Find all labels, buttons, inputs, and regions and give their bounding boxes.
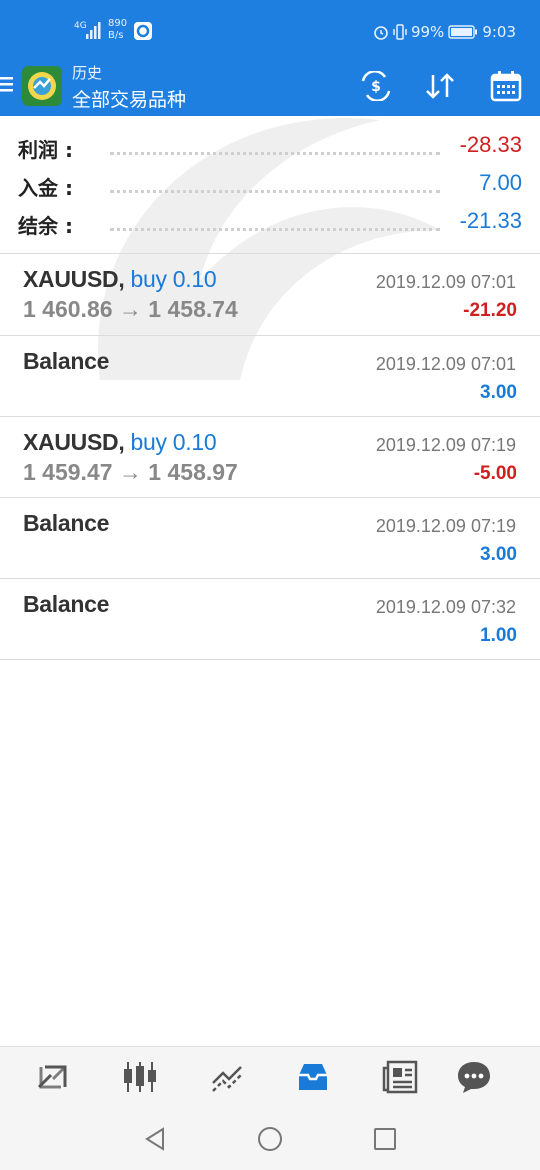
battery-percent: 99% xyxy=(410,23,445,41)
deal-amount: 3.00 xyxy=(480,544,517,565)
alarm-icon xyxy=(374,26,388,40)
nav-trade[interactable] xyxy=(205,1057,249,1097)
deal-symbol: XAUUSD, xyxy=(23,266,125,292)
divider xyxy=(0,659,540,660)
home-button[interactable] xyxy=(255,1124,285,1154)
battery-icon xyxy=(448,25,478,39)
summary-deposit-label: 入金 : xyxy=(18,176,73,200)
status-bar: 4G 890 B/s 99% 9:03 xyxy=(0,0,540,58)
notification-app-icon xyxy=(134,22,152,40)
trade-icon xyxy=(212,1066,242,1092)
screen-title[interactable]: 全部交易品种 xyxy=(72,85,186,112)
deal-amount: -21.20 xyxy=(463,300,517,321)
deal-symbol: XAUUSD, xyxy=(23,429,125,455)
history-row[interactable]: Balance 2019.12.09 07:01 3.00 xyxy=(0,336,540,416)
deal-time: 2019.12.09 07:19 xyxy=(375,435,516,455)
summary-balance-label: 结余 : xyxy=(18,214,73,238)
sort-icon xyxy=(426,73,454,99)
app-logo[interactable] xyxy=(22,66,62,106)
deal-side: buy 0.10 xyxy=(130,266,217,292)
summary-balance-value: -21.33 xyxy=(459,208,522,233)
quotes-icon xyxy=(37,1065,67,1089)
calendar-icon xyxy=(490,71,522,102)
history-row[interactable]: XAUUSD, buy 0.10 1 459.47 → 1 458.97 201… xyxy=(0,417,540,497)
home-icon xyxy=(258,1127,282,1151)
net-speed: 890 B/s xyxy=(108,18,127,42)
deal-symbol-line: XAUUSD, buy 0.10 xyxy=(23,266,217,293)
clock: 9:03 xyxy=(482,23,516,41)
recents-icon xyxy=(374,1128,396,1150)
dotted-leader xyxy=(110,228,440,231)
history-icon xyxy=(299,1064,327,1090)
dotted-leader xyxy=(110,152,440,155)
summary-balance-row: 结余 : -21.33 xyxy=(0,206,540,242)
nav-quotes[interactable] xyxy=(31,1057,75,1097)
sort-button[interactable] xyxy=(420,66,460,106)
summary-profit-label: 利润 : xyxy=(18,138,73,162)
deal-time: 2019.12.09 07:19 xyxy=(375,516,516,536)
news-icon xyxy=(382,1060,418,1094)
history-row[interactable]: Balance 2019.12.09 07:19 3.00 xyxy=(0,498,540,578)
summary-profit-row: 利润 : -28.33 xyxy=(0,130,540,166)
deal-symbol: Balance xyxy=(23,348,110,374)
signal-type: 4G xyxy=(74,21,87,31)
currency-exchange-icon: $ xyxy=(361,71,391,101)
back-icon xyxy=(145,1127,164,1151)
back-button[interactable] xyxy=(140,1124,170,1154)
nav-messages[interactable] xyxy=(452,1057,496,1097)
calendar-button[interactable] xyxy=(486,66,526,106)
net-speed-unit: B/s xyxy=(108,30,124,41)
deal-symbol-line: XAUUSD, buy 0.10 xyxy=(23,429,217,456)
signal-icon xyxy=(86,22,101,39)
account-summary: 利润 : -28.33 入金 : 7.00 结余 : -21.33 xyxy=(0,116,540,252)
menu-icon[interactable] xyxy=(0,76,14,92)
deal-time: 2019.12.09 07:32 xyxy=(375,597,516,617)
currency-exchange-button[interactable]: $ xyxy=(356,66,396,106)
system-navigation xyxy=(0,1108,540,1170)
deal-amount: 1.00 xyxy=(480,625,517,646)
dotted-leader xyxy=(110,190,440,193)
deal-prices: 1 460.86 → 1 458.74 xyxy=(23,296,238,322)
chart-icon xyxy=(124,1062,156,1092)
deal-amount: -5.00 xyxy=(473,463,517,484)
deal-amount: 3.00 xyxy=(480,382,517,403)
app-bar: 历史 全部交易品种 $ xyxy=(0,58,540,116)
bottom-navigation xyxy=(0,1046,540,1108)
deal-symbol: Balance xyxy=(23,510,110,536)
messages-icon xyxy=(458,1062,490,1093)
nav-history[interactable] xyxy=(291,1057,335,1097)
deal-prices: 1 459.47 → 1 458.97 xyxy=(23,459,238,485)
vibrate-icon xyxy=(393,24,407,40)
nav-news[interactable] xyxy=(378,1057,422,1097)
nav-chart[interactable] xyxy=(118,1057,162,1097)
deal-symbol: Balance xyxy=(23,591,110,617)
deal-side: buy 0.10 xyxy=(130,429,217,455)
svg-text:$: $ xyxy=(371,79,381,95)
history-row[interactable]: Balance 2019.12.09 07:32 1.00 xyxy=(0,579,540,659)
summary-deposit-value: 7.00 xyxy=(479,170,522,195)
summary-profit-value: -28.33 xyxy=(459,132,522,157)
history-row[interactable]: XAUUSD, buy 0.10 1 460.86 → 1 458.74 201… xyxy=(0,254,540,334)
deal-time: 2019.12.09 07:01 xyxy=(375,272,516,292)
deal-time: 2019.12.09 07:01 xyxy=(375,354,516,374)
recents-button[interactable] xyxy=(370,1124,400,1154)
net-speed-value: 890 xyxy=(108,18,128,29)
top-bar: 4G 890 B/s 99% 9:03 历史 全部交易品种 $ xyxy=(0,0,540,116)
status-right: 99% 9:03 xyxy=(373,22,516,42)
summary-deposit-row: 入金 : 7.00 xyxy=(0,168,540,204)
screen-subtitle: 历史 xyxy=(72,64,103,82)
